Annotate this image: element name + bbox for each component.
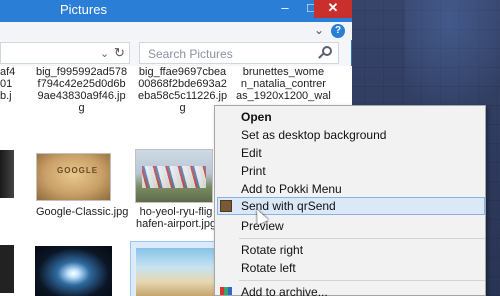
context-menu: Open Set as desktop background Edit Prin… bbox=[214, 105, 486, 296]
chevron-down-icon[interactable]: ⌄ bbox=[100, 47, 109, 60]
menu-item-add-to-pokki[interactable]: Add to Pokki Menu bbox=[241, 180, 342, 198]
file-name[interactable]: big_f995992ad578 f794c42e25d0d6b 9ae4383… bbox=[36, 66, 127, 114]
image-thumbnail[interactable] bbox=[0, 150, 14, 198]
search-placeholder: Search Pictures bbox=[148, 47, 233, 61]
search-input[interactable]: Search Pictures bbox=[139, 42, 339, 64]
file-name[interactable]: Google-Classic.jpg bbox=[36, 206, 128, 218]
search-icon[interactable] bbox=[322, 46, 332, 56]
file-name[interactable]: ho-yeol-ryu-flig hafen-airport.jpg bbox=[136, 206, 216, 230]
file-name[interactable]: brunettes_wome n_natalia_contrer as_1920… bbox=[236, 66, 331, 102]
ribbon-bar: ⌄ ? bbox=[0, 22, 352, 40]
menu-item-set-desktop-background[interactable]: Set as desktop background bbox=[241, 126, 386, 144]
menu-item-open[interactable]: Open bbox=[241, 108, 272, 126]
title-bar[interactable]: Pictures – □ ✕ bbox=[0, 0, 352, 22]
file-name[interactable]: af4 01 b.j bbox=[0, 66, 15, 102]
image-thumbnail[interactable] bbox=[0, 245, 14, 293]
address-bar[interactable] bbox=[0, 42, 130, 64]
qrsend-icon bbox=[220, 200, 232, 212]
refresh-icon[interactable]: ↻ bbox=[114, 45, 125, 61]
image-thumbnail[interactable] bbox=[35, 246, 112, 296]
menu-item-print[interactable]: Print bbox=[241, 162, 266, 180]
menu-separator bbox=[239, 280, 485, 281]
menu-item-edit[interactable]: Edit bbox=[241, 144, 262, 162]
menu-item-add-to-archive[interactable]: Add to archive... bbox=[241, 283, 328, 296]
image-thumbnail[interactable]: GOOGLE bbox=[36, 153, 111, 201]
help-icon[interactable]: ? bbox=[331, 24, 345, 38]
expand-ribbon-icon[interactable]: ⌄ bbox=[314, 23, 324, 37]
image-thumbnail[interactable] bbox=[136, 248, 214, 296]
close-button[interactable]: ✕ bbox=[314, 0, 352, 18]
menu-item-rotate-right[interactable]: Rotate right bbox=[241, 241, 303, 259]
minimize-button[interactable]: – bbox=[272, 0, 298, 18]
archive-icon bbox=[220, 287, 232, 295]
window-title: Pictures bbox=[60, 2, 107, 17]
thumbnail-text: GOOGLE bbox=[57, 166, 99, 175]
image-thumbnail[interactable] bbox=[135, 149, 213, 203]
menu-separator bbox=[239, 238, 485, 239]
desktop-glow bbox=[405, 0, 500, 120]
menu-item-rotate-left[interactable]: Rotate left bbox=[241, 259, 296, 277]
